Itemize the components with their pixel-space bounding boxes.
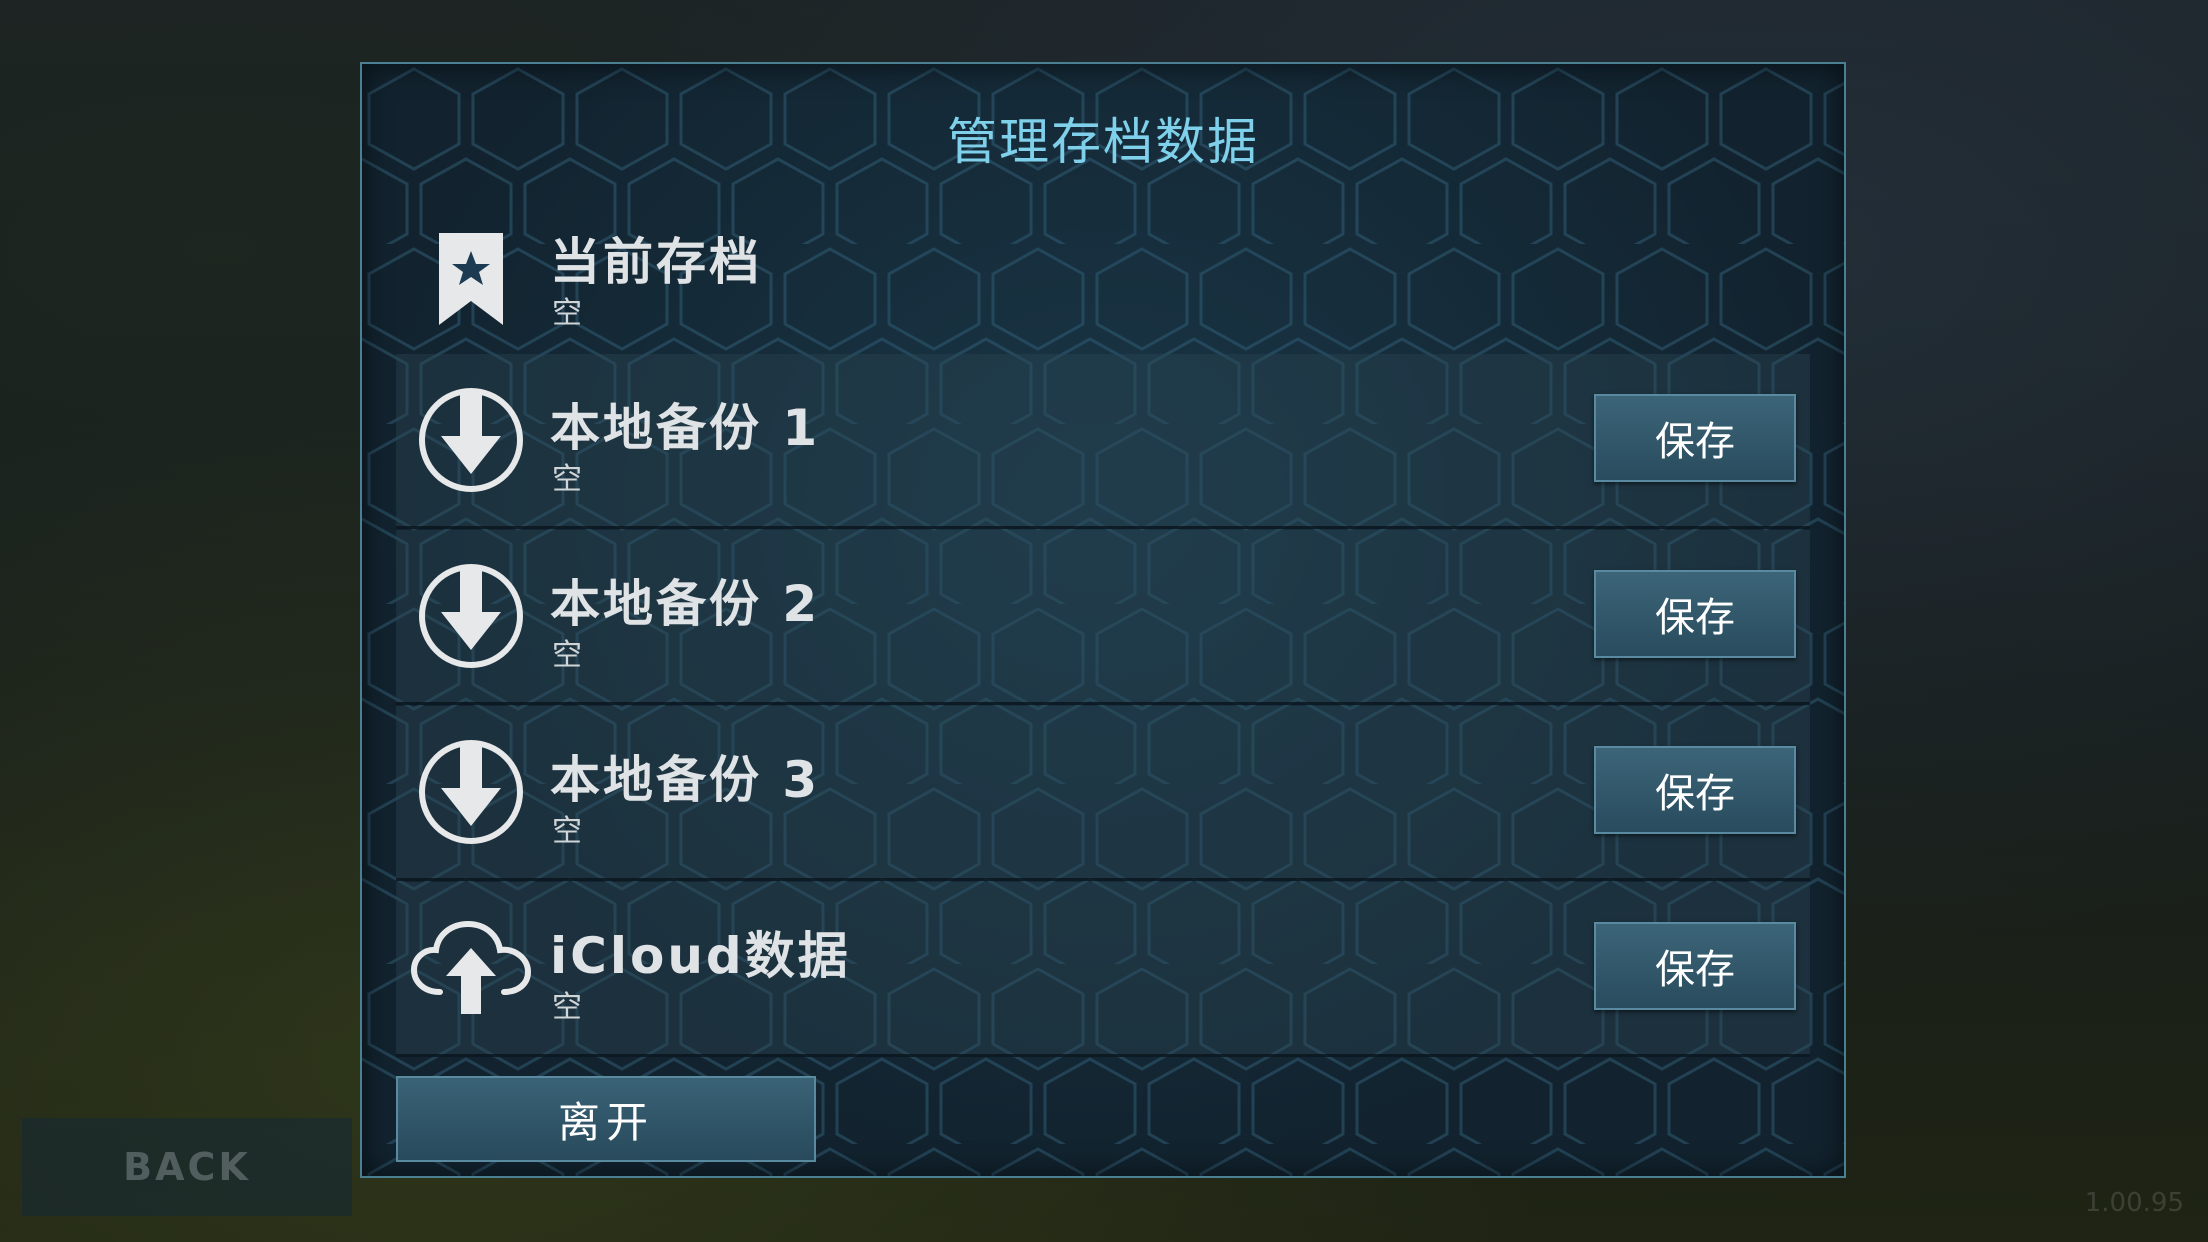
save-button-icloud[interactable]: 保存 xyxy=(1594,922,1796,1010)
back-button[interactable]: BACK xyxy=(22,1118,352,1216)
backup-slot-1: 本地备份 1 空 保存 xyxy=(396,354,1810,529)
backup-slot-3-status: 空 xyxy=(552,814,582,849)
download-icon xyxy=(396,365,546,515)
backup-slot-2: 本地备份 2 空 保存 xyxy=(396,530,1810,705)
manage-save-data-dialog: 管理存档数据 当前存档 空 本地备份 1 空 保存 本地备份 2 空 保存 本地… xyxy=(360,62,1846,1178)
backup-slot-2-status: 空 xyxy=(552,638,582,673)
download-icon xyxy=(396,717,546,867)
bookmark-star-icon xyxy=(396,204,546,354)
current-save-row: 当前存档 空 xyxy=(396,204,1810,354)
icloud-slot-status: 空 xyxy=(552,990,582,1025)
dialog-title: 管理存档数据 xyxy=(947,113,1259,171)
version-text: 1.00.95 xyxy=(2084,1188,2184,1218)
current-save-status: 空 xyxy=(552,296,582,331)
current-save-label: 当前存档 xyxy=(550,233,762,291)
backup-slot-1-label: 本地备份 1 xyxy=(550,399,821,457)
save-button-slot-1[interactable]: 保存 xyxy=(1594,394,1796,482)
leave-button[interactable]: 离开 xyxy=(396,1076,816,1162)
save-button-slot-3[interactable]: 保存 xyxy=(1594,746,1796,834)
cloud-upload-icon xyxy=(396,893,546,1043)
save-button-slot-2[interactable]: 保存 xyxy=(1594,570,1796,658)
icloud-slot: iCloud数据 空 保存 xyxy=(396,882,1810,1057)
backup-slot-1-status: 空 xyxy=(552,462,582,497)
backup-slot-3: 本地备份 3 空 保存 xyxy=(396,706,1810,881)
download-icon xyxy=(396,541,546,691)
icloud-slot-label: iCloud数据 xyxy=(550,927,851,985)
backup-slot-3-label: 本地备份 3 xyxy=(550,751,821,809)
backup-slot-2-label: 本地备份 2 xyxy=(550,575,821,633)
